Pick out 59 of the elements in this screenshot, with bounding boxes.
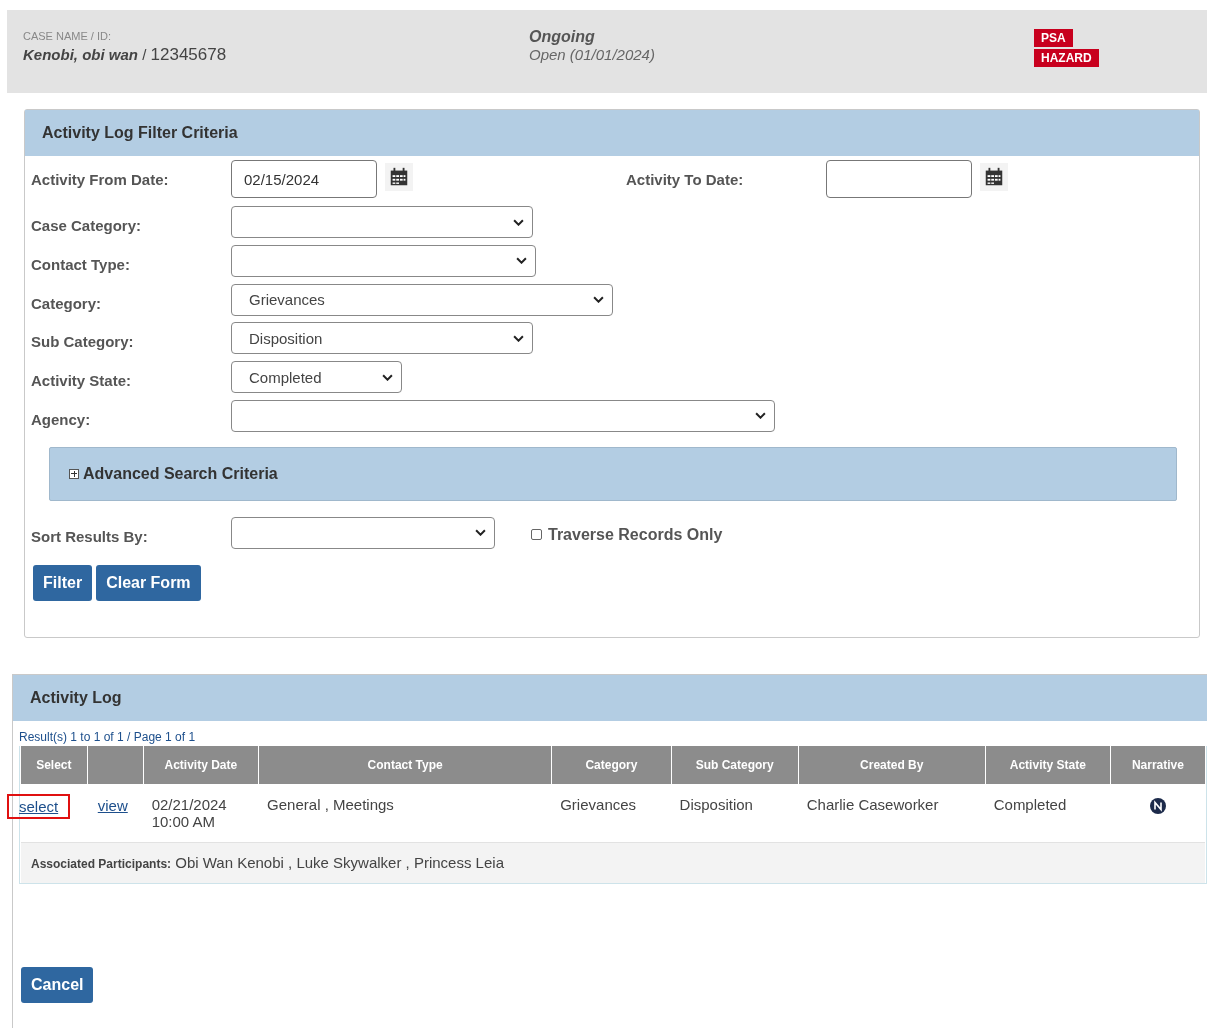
results-count: Result(s) 1 to 1 of 1 / Page 1 of 1	[18, 729, 197, 746]
checkbox-label[interactable]: Traverse Records Only	[548, 524, 723, 544]
table-cell: 02/21/2024 10:00 AM	[151, 796, 227, 830]
chevron-down-icon[interactable]	[513, 334, 524, 342]
dropdown[interactable]: Completed	[231, 361, 402, 394]
panel-title: Activity Log	[30, 689, 122, 707]
column-header: Category	[552, 746, 671, 784]
column-header: Activity State	[985, 746, 1110, 784]
expand-icon[interactable]	[69, 468, 79, 479]
select-link[interactable]: select	[9, 796, 69, 817]
column-header: Select	[21, 746, 87, 784]
field-label: Category:	[31, 293, 102, 312]
field-label: Activity State:	[31, 371, 133, 390]
chevron-down-icon[interactable]	[513, 218, 524, 226]
form-button[interactable]: Clear Form	[96, 564, 201, 601]
case-name: Kenobi, obi wan / 12345678	[23, 45, 228, 65]
field-label: Case Category:	[31, 216, 143, 234]
panel-title: Activity Log Filter Criteria	[42, 124, 238, 142]
dropdown[interactable]: Disposition	[231, 322, 533, 355]
table-cell: Grievances	[560, 796, 637, 813]
calendar-icon[interactable]	[980, 163, 1008, 191]
alert-badge: HAZARD	[1034, 49, 1099, 67]
table-cell: General , Meetings	[267, 796, 394, 813]
field-label: Activity To Date:	[626, 170, 745, 188]
column-header: Created By	[798, 746, 985, 784]
chevron-down-icon[interactable]	[475, 529, 486, 537]
dropdown[interactable]: Grievances	[231, 283, 613, 316]
participants-text: Associated Participants: Obi Wan Kenobi , Luke Skywalker , Princess Leia	[31, 854, 504, 871]
chevron-down-icon[interactable]	[755, 412, 766, 420]
chevron-down-icon[interactable]	[382, 373, 393, 381]
checkbox[interactable]	[531, 528, 542, 540]
chevron-down-icon[interactable]	[593, 296, 604, 304]
form-button[interactable]: Filter	[33, 564, 93, 601]
field-label: Sub Category:	[31, 332, 135, 351]
column-header	[87, 746, 143, 784]
date-input[interactable]: 02/15/2024	[231, 160, 377, 198]
cancel-button[interactable]: Cancel	[21, 967, 94, 1003]
view-link[interactable]: view	[95, 796, 130, 815]
field-label: Agency:	[31, 410, 92, 428]
column-header: Narrative	[1110, 746, 1205, 784]
column-header: Activity Date	[143, 746, 259, 784]
field-label: Sort Results By:	[31, 526, 149, 545]
chevron-down-icon[interactable]	[516, 257, 527, 265]
advanced-search-bar[interactable]: Advanced Search Criteria	[49, 446, 1177, 501]
alert-badge: PSA	[1034, 29, 1073, 47]
advanced-search-label[interactable]: Advanced Search Criteria	[83, 464, 278, 483]
date-input[interactable]	[826, 160, 972, 198]
case-name-label: CASE NAME / ID:	[23, 30, 113, 42]
column-header: Contact Type	[259, 746, 552, 784]
case-open-date: Open (01/01/2024)	[529, 46, 656, 63]
column-header: Sub Category	[671, 746, 798, 784]
calendar-icon[interactable]	[385, 163, 413, 191]
table-cell: Completed	[993, 796, 1067, 813]
field-label: Contact Type:	[31, 254, 131, 273]
narrative-icon[interactable]	[1149, 798, 1166, 814]
table-cell: Charlie Caseworker	[806, 796, 939, 813]
field-label: Activity From Date:	[31, 170, 170, 188]
table-cell: Disposition	[679, 796, 753, 813]
case-status: Ongoing	[529, 28, 596, 46]
